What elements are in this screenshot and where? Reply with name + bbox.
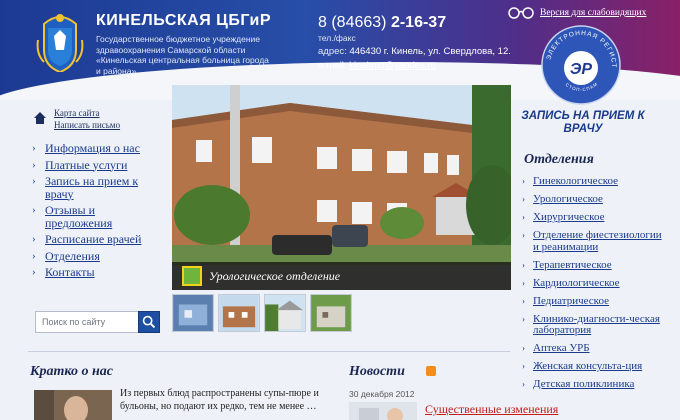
email-link[interactable]: kineltmo@yandex.ru [349,60,436,71]
email: e-mail: kineltmo@yandex.ru [318,60,436,71]
dept-item-cardiology[interactable]: › Кардиологическое [522,277,662,290]
email-label: e-mail: [318,60,347,71]
phone-label: тел./факс [318,33,356,43]
dept-item-anesthesiology[interactable]: › Отделение фиестезиологии и реанимации [522,229,662,253]
samara-emblem-icon [36,14,84,72]
arrow-icon: › [522,194,525,204]
section-divider [28,351,510,352]
slider-caption: Урологическое отделение [209,269,341,283]
arrow-icon: › [522,277,525,288]
slider-image[interactable] [172,85,511,290]
slider-thumbnail[interactable] [172,294,214,332]
nav-item-about[interactable]: › Информация о нас [32,142,162,155]
dept-item-laboratory[interactable]: › Клинико-диагности-ческая лаборатория [522,313,662,337]
slider-thumbnail[interactable] [264,294,306,332]
phone-number: 8 (84663) 2-16-37 [318,14,446,32]
arrow-icon: › [522,361,525,371]
nav-item-departments[interactable]: › Отделения [32,249,162,263]
search-icon [142,315,156,329]
arrow-icon: › [32,204,36,216]
arrow-icon: › [522,259,525,270]
phone-prefix: 8 (84663) [318,14,387,31]
slider-thumbnail[interactable] [310,294,352,332]
arrow-icon: › [32,158,36,171]
arrow-icon: › [32,142,36,154]
dept-item-therapy[interactable]: › Терапевтическое [522,259,662,272]
news-headline-link[interactable]: Существенные изменения [425,402,558,417]
electronic-registry-badge[interactable]: ЭЛЕКТРОННАЯ РЕГИСТРАТУРА ЭР СТОП-СПАМ [540,24,622,106]
departments-list: › Гинекологическое › Урологическое › Хирург… [522,175,662,397]
appointment-link[interactable]: ЗАПИСЬ НА ПРИЕМ К ВРАЧУ [518,110,648,135]
rss-icon[interactable] [426,366,436,376]
badge-logo: ЭР [570,61,593,78]
arrow-icon: › [32,175,36,187]
arrow-icon: › [32,233,36,245]
sitemap-link[interactable]: Карта сайта [54,108,100,118]
arrow-icon: › [32,249,36,262]
news-thumbnail[interactable] [349,402,417,420]
arrow-icon: › [522,379,525,389]
address: адрес: 446430 г. Кинель, ул. Свердлова, … [318,46,511,57]
dept-item-surgery[interactable]: › Хирургическое [522,211,662,224]
search-button[interactable] [138,311,160,333]
dept-item-womens-clinic[interactable]: › Женская консульта-ция [522,360,662,373]
brief-text: Из первых блюд распространены супы-пюре … [120,388,319,412]
low-vision-link[interactable]: Версия для слабовидящих [540,8,646,18]
dept-item-urology[interactable]: › Урологическое [522,193,662,206]
chief-doctor-photo [34,390,112,420]
departments-title: Отделения [524,152,594,167]
nav-item-feedback[interactable]: › Отзывы и предложения [32,204,162,229]
main-nav: › Информация о нас › Платные услуги › Запис… [32,142,162,283]
search-input[interactable]: Поиск по сайту [35,311,139,333]
slider-thumbnail[interactable] [218,294,260,332]
glasses-icon[interactable] [508,5,534,19]
home-icon[interactable] [34,112,46,124]
dept-item-gynecology[interactable]: › Гинекологическое [522,175,662,188]
address-label: адрес: [318,46,347,57]
news-title[interactable]: Новости [349,364,405,380]
news-date: 30 декабря 2012 [349,389,415,399]
org-full-name: Государственное бюджетное учреждение здр… [96,34,269,76]
dept-item-pharmacy[interactable]: › Аптека УРБ [522,342,662,355]
nav-item-contacts[interactable]: › Контакты [32,266,162,279]
arrow-icon: › [522,343,525,353]
arrow-icon: › [522,313,525,324]
dept-item-pediatrics[interactable]: › Педиатрическое [522,295,662,308]
org-name[interactable]: КИНЕЛЬСКАЯ ЦБГиР [96,12,271,30]
arrow-icon: › [522,176,525,186]
arrow-icon: › [522,212,525,222]
nav-item-appointment[interactable]: › Запись на прием к врачу [32,175,162,200]
arrow-icon: › [32,266,36,278]
arrow-icon: › [522,230,525,240]
arrow-icon: › [522,295,525,306]
brief-title: Кратко о нас [30,364,113,379]
nav-item-schedule[interactable]: › Расписание врачей [32,233,162,246]
dept-item-childrens-clinic[interactable]: › Детская поликлиника [522,378,662,391]
district-emblem-icon [182,266,202,286]
phone-main: 2-16-37 [390,14,447,31]
nav-item-paid-services[interactable]: › Платные услуги [32,158,162,172]
write-letter-link[interactable]: Написать письмо [54,120,120,130]
address-value: 446430 г. Кинель, ул. Свердлова, 12. [349,46,511,57]
